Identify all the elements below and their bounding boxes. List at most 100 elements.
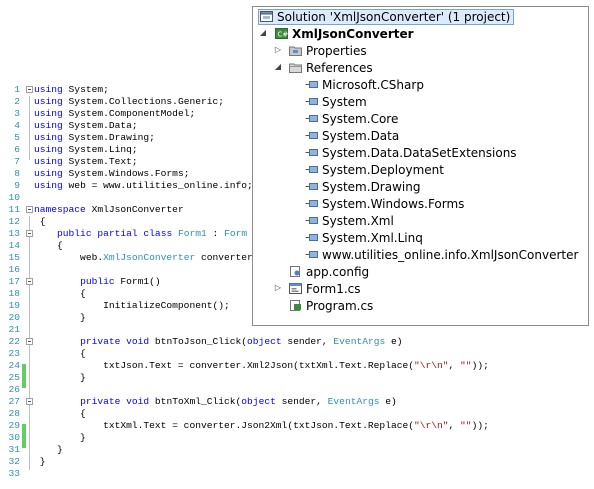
code-text: { <box>34 408 86 420</box>
keyword-token: object <box>247 336 282 347</box>
line-number: 8 <box>14 168 20 179</box>
code-line[interactable]: 28 { <box>0 408 594 420</box>
code-line[interactable]: 26 <box>0 384 594 396</box>
reference-item[interactable]: System.Xml <box>305 213 394 230</box>
collapse-arrow-icon[interactable]: ◢ <box>273 62 283 71</box>
code-token: txtXml.Text = converter.Json2Xml(txtJson… <box>34 420 414 431</box>
line-number: 20 <box>8 312 20 323</box>
solution-icon <box>260 11 273 22</box>
code-text: } <box>34 432 86 444</box>
code-line[interactable]: 22 private void btnToJson_Click(object s… <box>0 336 594 348</box>
keyword-token: using <box>34 132 63 143</box>
keyword-token: void <box>126 336 150 347</box>
code-token: btnToJson_Click( <box>149 336 248 347</box>
code-token: } <box>34 456 46 467</box>
code-line[interactable]: 27 private void btnToXml_Click(object se… <box>0 396 594 408</box>
form1-node[interactable]: Form1.cs <box>289 281 361 298</box>
code-text: private void btnToJson_Click(object send… <box>34 336 403 348</box>
reference-item[interactable]: System.Data <box>305 128 399 145</box>
code-token: } <box>34 312 86 323</box>
expand-arrow-icon[interactable]: ▷ <box>273 283 283 292</box>
code-token: web = www.utilities_online.info; <box>62 180 253 191</box>
code-line[interactable]: 33 <box>0 468 594 480</box>
collapse-toggle-icon[interactable] <box>26 278 33 285</box>
code-line[interactable]: 31 } <box>0 444 594 456</box>
csharp-file-icon <box>290 300 301 311</box>
reference-item[interactable]: www.utilities_online.info.XmlJsonConvert… <box>305 247 578 264</box>
keyword-token: using <box>34 144 63 155</box>
code-token: } <box>34 444 63 455</box>
code-text: } <box>34 444 63 456</box>
reference-icon <box>305 81 318 88</box>
reference-item[interactable]: Microsoft.CSharp <box>305 77 424 94</box>
app-config-node[interactable]: app.config <box>289 264 369 281</box>
type-token: XmlJsonConverter <box>103 252 196 263</box>
reference-item[interactable]: System.Drawing <box>305 179 420 196</box>
keyword-token: using <box>34 84 63 95</box>
reference-icon <box>305 115 318 122</box>
string-token: "\r\n" <box>413 420 449 431</box>
references-node[interactable]: References <box>289 60 373 77</box>
reference-item[interactable]: System.Data.DataSetExtensions <box>305 145 517 162</box>
reference-item[interactable]: System.Windows.Forms <box>305 196 464 213</box>
line-number: 30 <box>8 432 20 443</box>
code-token: InitializeComponent(); <box>34 300 230 311</box>
line-number: 24 <box>8 360 20 371</box>
code-text: private void btnToXml_Click(object sende… <box>34 396 397 408</box>
line-number: 33 <box>8 468 20 479</box>
collapse-toggle-icon[interactable] <box>26 398 33 405</box>
code-line[interactable]: 32 } <box>0 456 594 468</box>
string-token: "" <box>460 420 472 431</box>
line-number: 22 <box>8 336 20 347</box>
program-node[interactable]: Program.cs <box>289 298 373 315</box>
code-line[interactable]: 30 } <box>0 432 594 444</box>
code-text: public partial class Form1 : Form <box>34 228 247 240</box>
code-text: using System.Text; <box>34 156 138 168</box>
type-token: EventArgs <box>333 336 386 347</box>
solution-node[interactable]: Solution 'XmlJsonConverter' (1 project) <box>258 9 515 26</box>
reference-item[interactable]: System.Xml.Linq <box>305 230 423 247</box>
code-line[interactable]: 25 } <box>0 372 594 384</box>
project-node[interactable]: C# XmlJsonConverter <box>275 26 414 43</box>
string-token: "\r\n" <box>413 360 449 371</box>
code-token: { <box>34 216 46 227</box>
collapse-toggle-icon[interactable] <box>26 86 33 93</box>
folder-icon <box>289 63 302 73</box>
reference-label: System <box>322 95 367 109</box>
line-number: 3 <box>14 108 20 119</box>
line-number: 9 <box>14 180 20 191</box>
reference-label: System.Data <box>322 129 400 143</box>
code-token: btnToXml_Click( <box>149 396 242 407</box>
line-number: 14 <box>8 240 20 251</box>
line-number: 7 <box>14 156 20 167</box>
code-line[interactable]: 23 { <box>0 348 594 360</box>
code-text: using web = www.utilities_online.info; <box>34 180 253 192</box>
code-token: { <box>34 348 86 359</box>
line-number: 29 <box>8 420 20 431</box>
reference-icon <box>305 166 318 173</box>
line-number: 23 <box>8 348 20 359</box>
code-token: System.Linq; <box>62 144 138 155</box>
code-line[interactable]: 24 txtJson.Text = converter.Xml2Json(txt… <box>0 360 594 372</box>
code-token: e) <box>385 336 403 347</box>
reference-label: System.Xml <box>322 214 394 228</box>
collapse-toggle-icon[interactable] <box>26 206 33 213</box>
code-line[interactable]: 29 txtXml.Text = converter.Json2Xml(txtJ… <box>0 420 594 432</box>
collapse-toggle-icon[interactable] <box>26 338 33 345</box>
reference-label: System.Drawing <box>322 180 421 194</box>
reference-item[interactable]: System.Core <box>305 111 398 128</box>
collapse-arrow-icon[interactable]: ◢ <box>258 28 268 37</box>
reference-item[interactable]: System.Deployment <box>305 162 444 179</box>
code-token: System.Windows.Forms; <box>62 168 190 179</box>
code-text: using System.ComponentModel; <box>34 108 195 120</box>
code-text: namespace XmlJsonConverter <box>34 204 184 216</box>
code-token: System; <box>62 84 109 95</box>
reference-icon <box>305 217 318 224</box>
reference-label: System.Data.DataSetExtensions <box>322 146 517 160</box>
collapse-toggle-icon[interactable] <box>26 230 33 237</box>
expand-arrow-icon[interactable]: ▷ <box>273 45 283 54</box>
code-token: System.Text; <box>62 156 138 167</box>
reference-icon <box>305 132 318 139</box>
properties-node[interactable]: Properties <box>289 43 367 60</box>
reference-item[interactable]: System <box>305 94 367 111</box>
